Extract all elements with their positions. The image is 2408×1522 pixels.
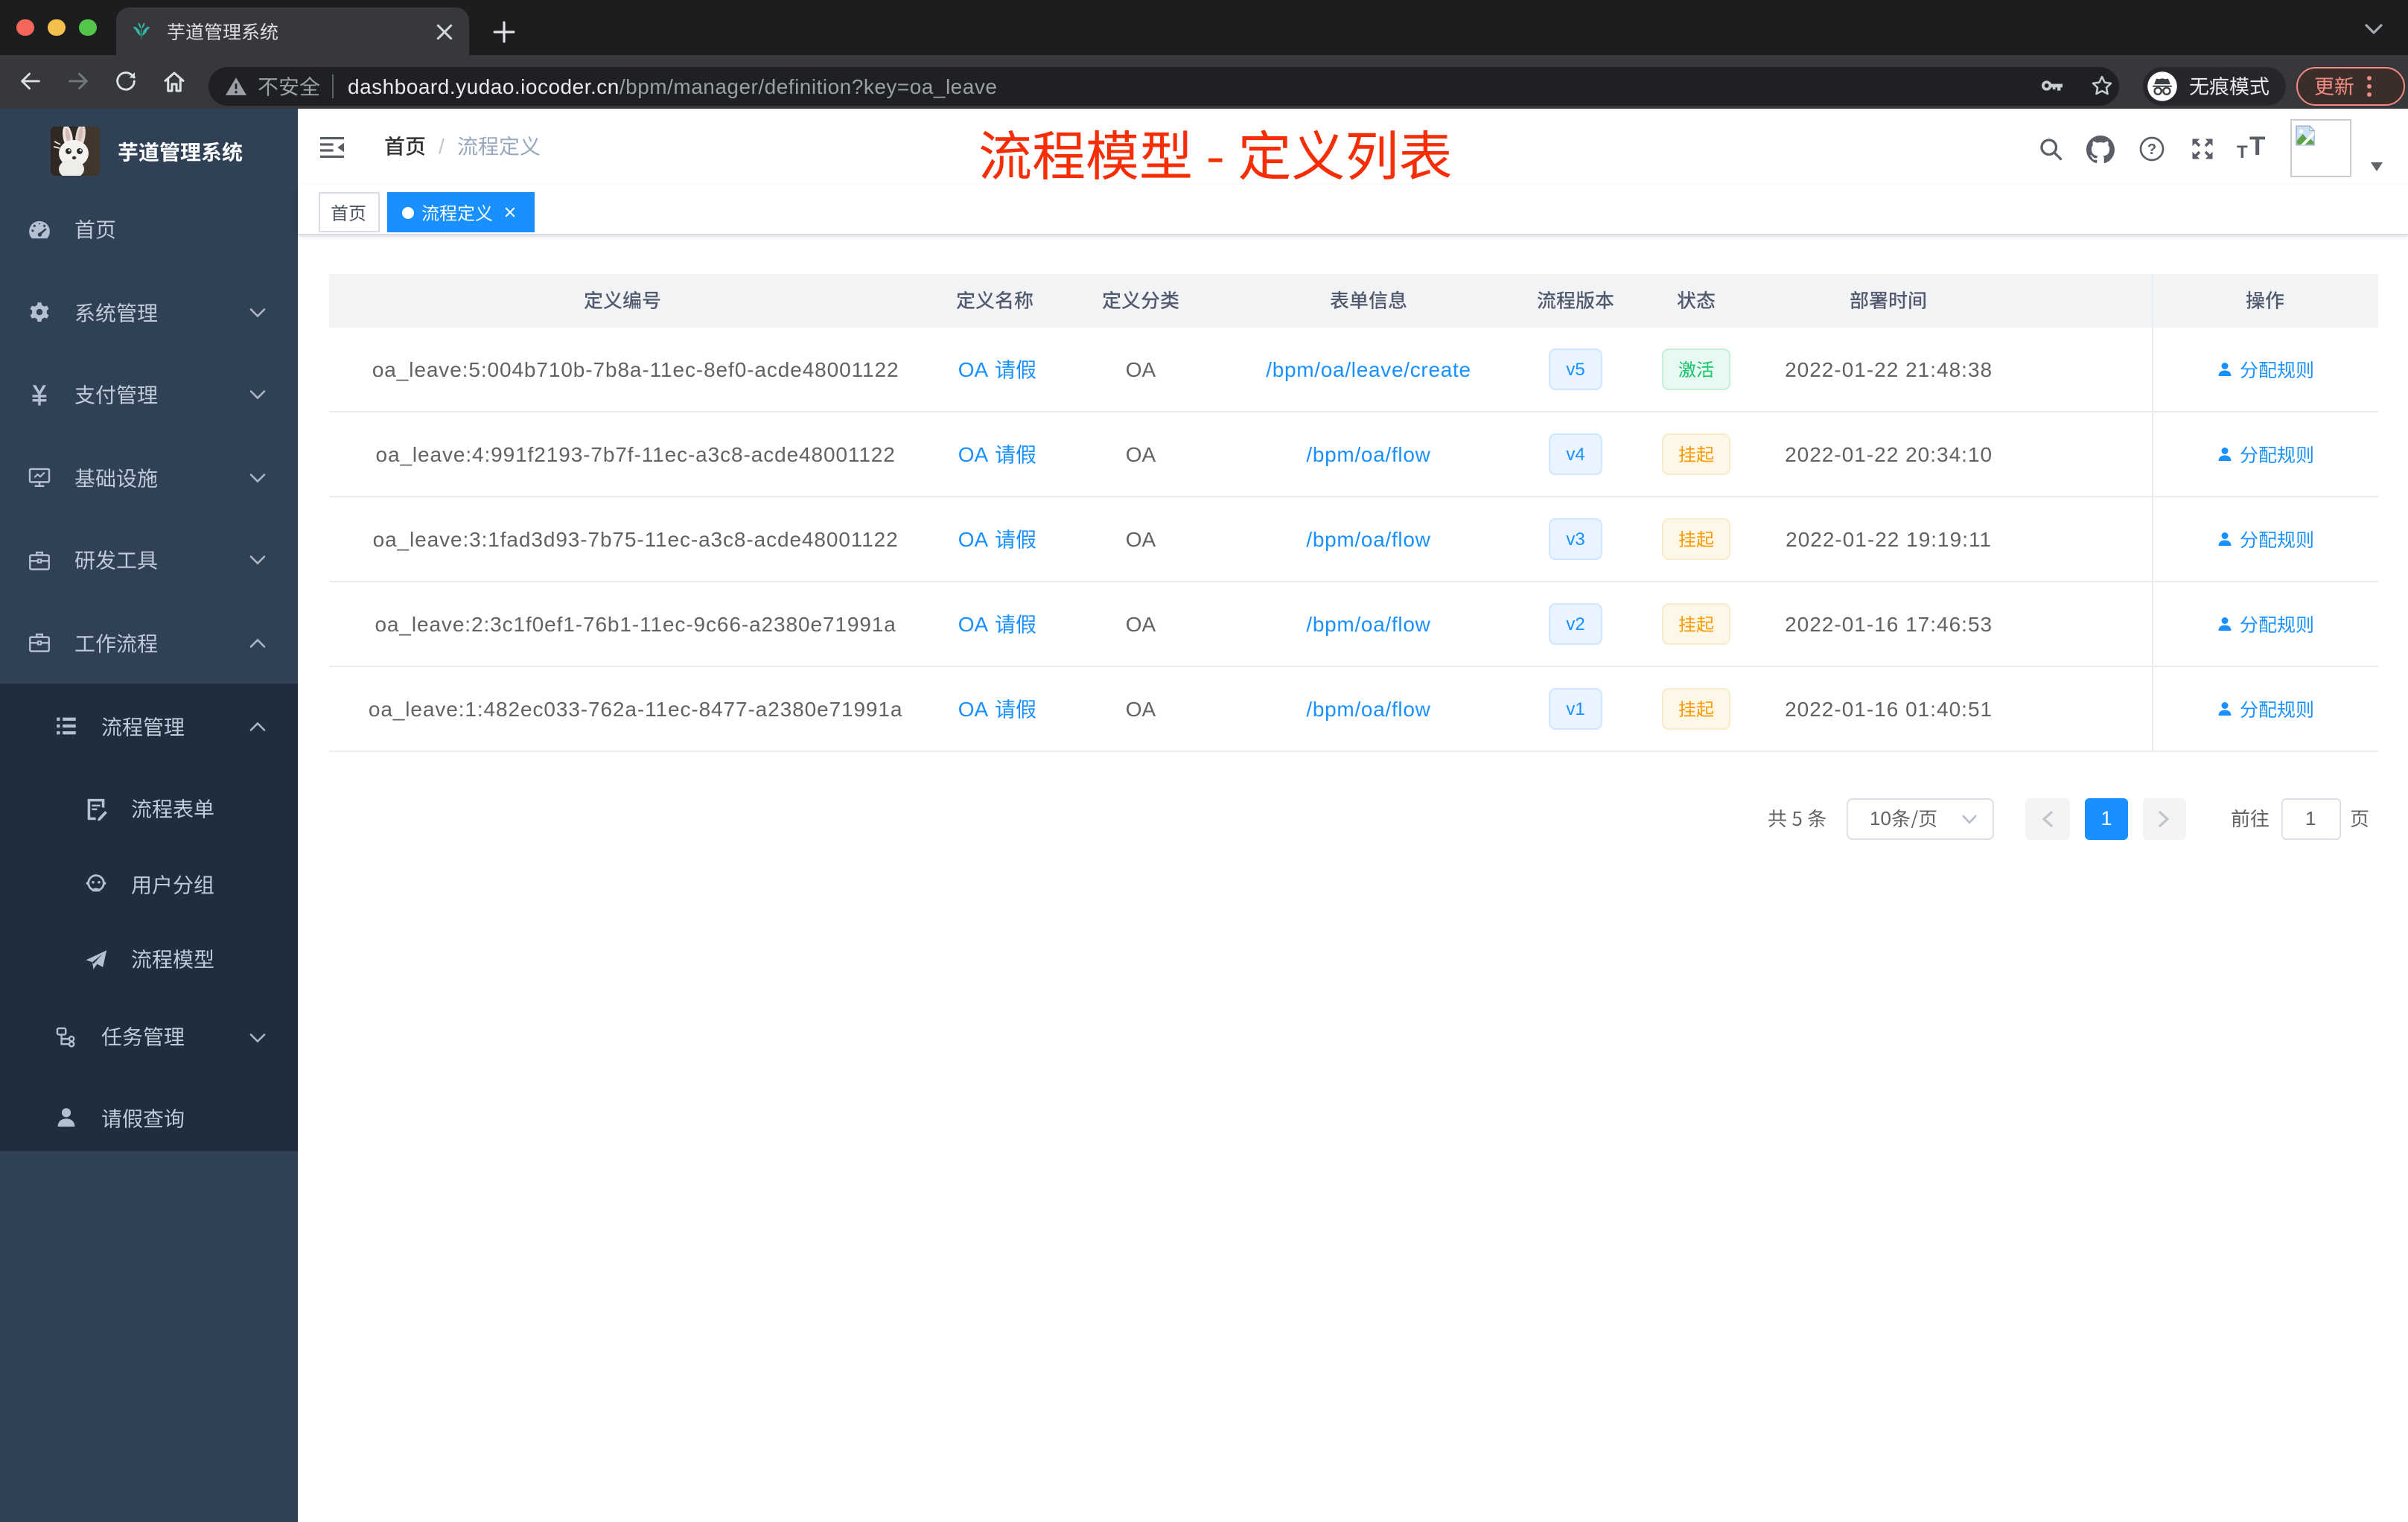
svg-text:?: ? (2147, 141, 2156, 158)
